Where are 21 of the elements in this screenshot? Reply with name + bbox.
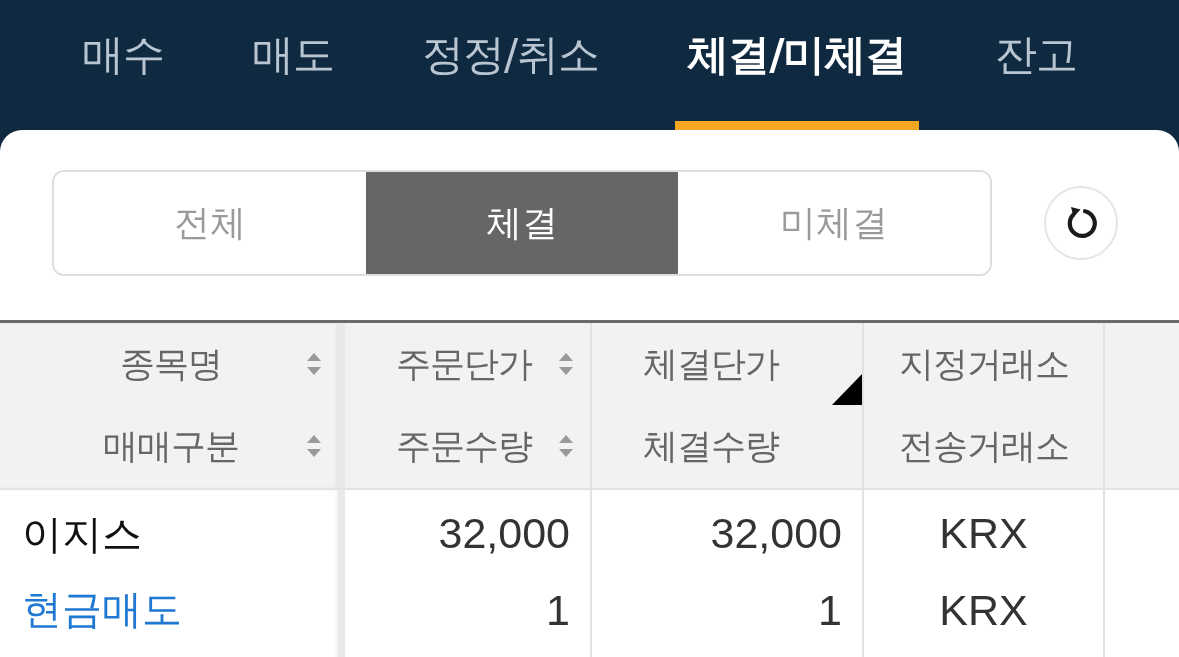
table-cell-text: 32,000 <box>710 507 842 559</box>
table-cell-text: 1 <box>546 585 570 636</box>
table-cell-text: 1 <box>818 585 842 636</box>
column-header[interactable]: 주문단가 <box>375 340 553 388</box>
column-header[interactable]: 지정거래소 <box>864 340 1103 388</box>
table-cell-text: KRX <box>939 585 1028 636</box>
column-header[interactable]: 전송거래소 <box>864 422 1103 470</box>
column-header[interactable]: 매매구분 <box>40 422 301 470</box>
table-cell-text: KRX <box>939 507 1028 559</box>
column-header[interactable]: 체결수량 <box>592 422 830 470</box>
column-header[interactable]: 주문수량 <box>375 422 553 470</box>
table-cell-text: 32,000 <box>438 507 570 559</box>
tab[interactable]: 정정/취소 <box>410 0 612 130</box>
filter-segment[interactable]: 체결 <box>366 172 678 274</box>
column-header[interactable]: 종목명 <box>40 340 301 388</box>
table-cell: 현금매도 <box>22 585 182 633</box>
tab[interactable]: 매수 <box>70 0 176 130</box>
column-header[interactable]: 체결단가 <box>592 340 830 388</box>
tab[interactable]: 잔고 <box>982 0 1089 130</box>
table-cell: 이지스 <box>22 509 142 558</box>
tab[interactable]: 매도 <box>240 0 346 130</box>
